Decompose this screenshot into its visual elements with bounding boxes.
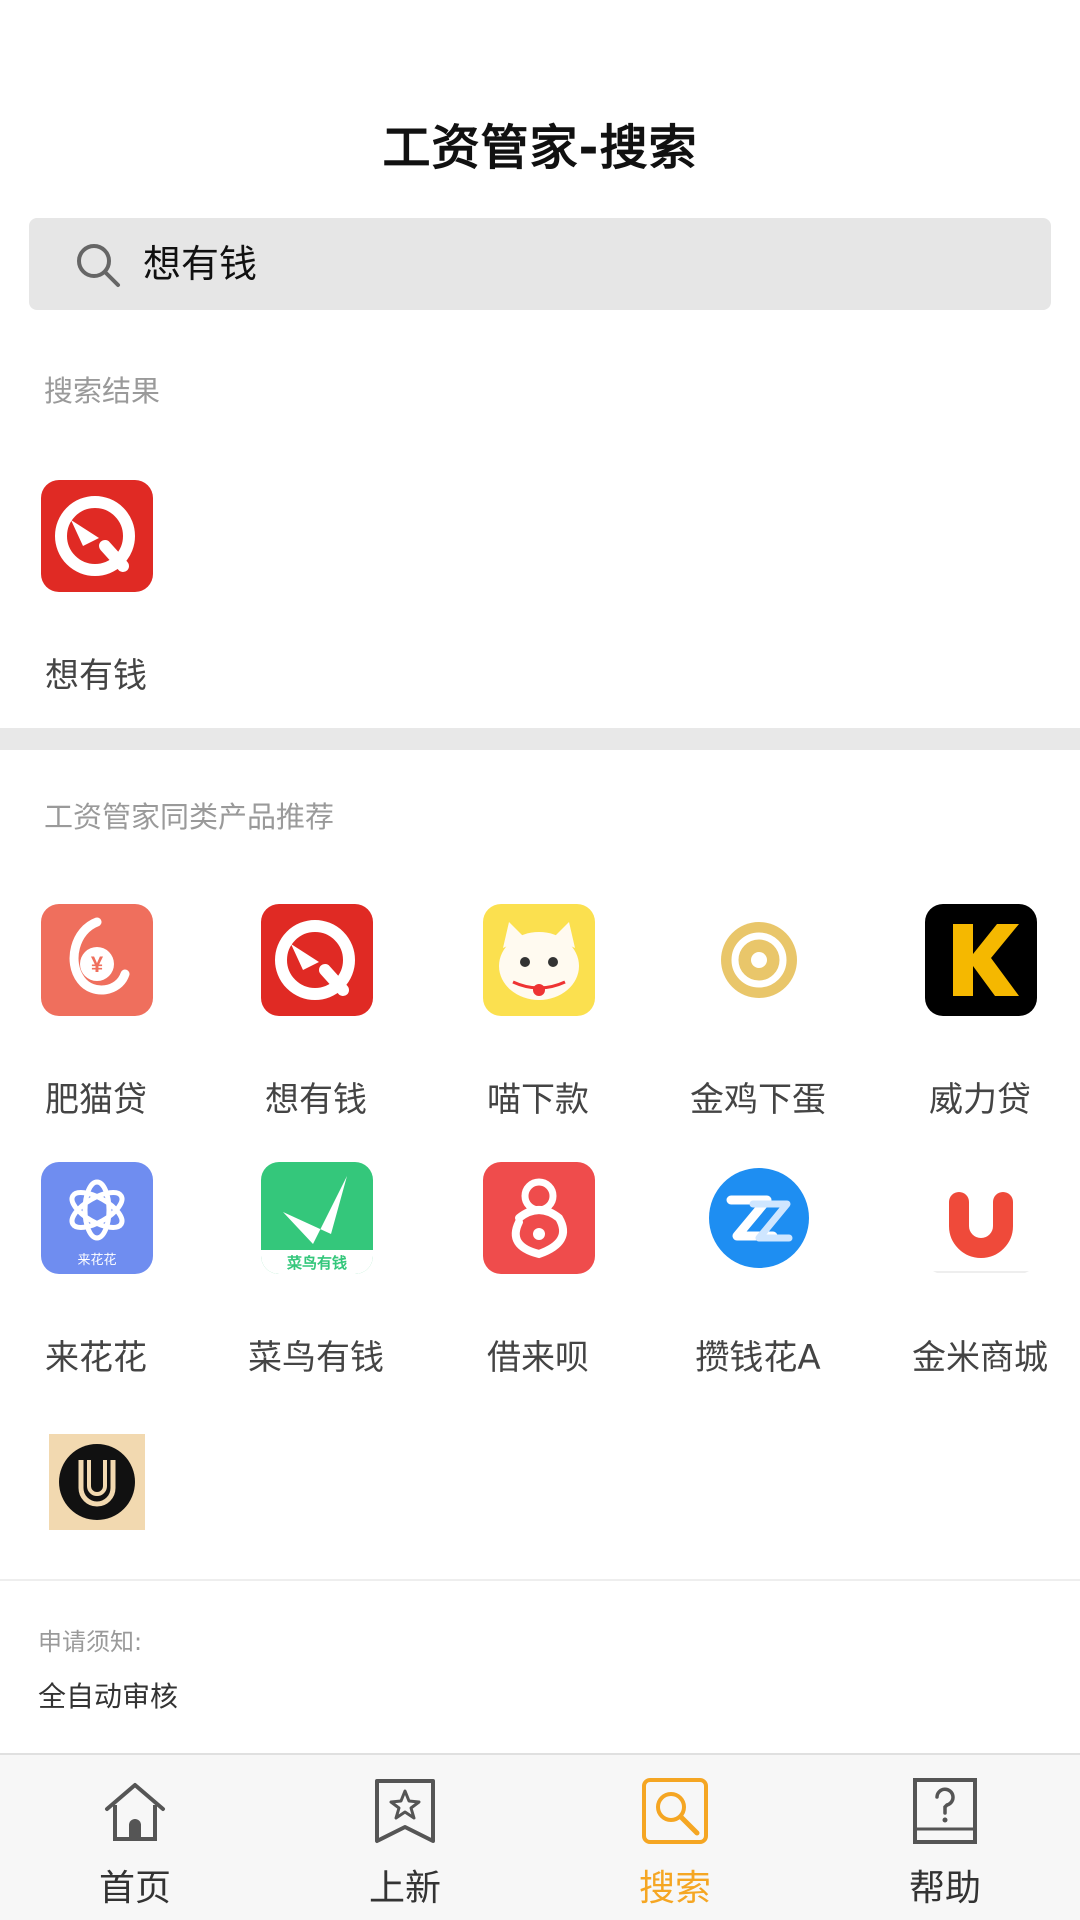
recommend-app-name: 想有钱	[265, 1080, 367, 1120]
tab-new[interactable]: 上新	[270, 1755, 540, 1920]
recommend-app-name: 菜鸟有钱	[248, 1338, 384, 1378]
search-results-label: 搜索结果	[44, 374, 161, 408]
laihuahua-logo-icon: 来花花	[41, 1162, 153, 1274]
result-app-name: 想有钱	[45, 656, 147, 696]
jinmishangcheng-logo-icon	[925, 1162, 1037, 1274]
notice-text: 全自动审核	[38, 1680, 179, 1713]
recommend-app-tile[interactable]: 金米商城	[870, 1162, 1080, 1392]
recommend-app-tile[interactable]: 菜鸟有钱 菜鸟有钱	[206, 1162, 426, 1392]
page-title: 工资管家-搜索	[382, 120, 698, 176]
tab-search-label: 搜索	[638, 1868, 711, 1909]
recommend-app-name: 威力贷	[929, 1080, 1031, 1120]
weilidai-logo-icon	[925, 904, 1037, 1016]
tab-new-label: 上新	[368, 1868, 441, 1909]
miaoxiakuan-logo-icon	[483, 904, 595, 1016]
search-icon	[77, 244, 120, 287]
u-logo-icon	[41, 1426, 153, 1538]
new-star-icon	[375, 1779, 435, 1843]
feimaodai-logo-icon: ¥	[41, 904, 153, 1016]
recommend-app-tile[interactable]: 金鸡下蛋	[648, 904, 868, 1134]
recommend-app-tile[interactable]: 威力贷	[870, 904, 1080, 1134]
result-app-tile[interactable]: 想有钱	[0, 480, 206, 710]
notice-title: 申请须知:	[38, 1628, 143, 1656]
tab-search[interactable]: 搜索	[540, 1755, 810, 1920]
search-input[interactable]	[143, 236, 1003, 292]
tab-home-label: 首页	[98, 1868, 171, 1909]
laihuahua-logo-text: 来花花	[77, 1252, 116, 1268]
jinjixiadan-logo-icon	[703, 904, 815, 1016]
recommend-label: 工资管家同类产品推荐	[44, 800, 335, 834]
search-icon	[642, 1778, 708, 1844]
recommend-app-name: 来花花	[45, 1338, 147, 1378]
recommend-app-tile[interactable]: 来花花 来花花	[0, 1162, 206, 1392]
recommend-app-name: 肥猫贷	[45, 1080, 147, 1120]
section-divider	[0, 728, 1080, 750]
recommend-app-name: 金鸡下蛋	[690, 1080, 826, 1120]
jielaibei-logo-icon	[483, 1162, 595, 1274]
xiangyouqian-logo-icon	[41, 480, 153, 592]
bottom-tab-bar: 首页 上新 搜索 帮助	[0, 1753, 1080, 1920]
xiangyouqian-logo-icon	[261, 904, 373, 1016]
recommend-app-name: 攒钱花A	[695, 1338, 821, 1378]
cainiaoyouqian-logo-icon: 菜鸟有钱	[261, 1162, 373, 1274]
recommend-app-tile[interactable]: 攒钱花A	[648, 1162, 868, 1392]
recommend-app-tile[interactable]: ¥ 肥猫贷	[0, 904, 206, 1134]
recommend-app-tile[interactable]: 想有钱	[206, 904, 426, 1134]
page: 工资管家-搜索 搜索结果 想有钱 工资管家同类产品推荐	[0, 0, 1080, 1920]
search-bar[interactable]	[29, 218, 1051, 310]
tab-help[interactable]: 帮助	[810, 1755, 1080, 1920]
svg-text:¥: ¥	[91, 952, 104, 977]
tab-home[interactable]: 首页	[0, 1755, 270, 1920]
cainiao-logo-text: 菜鸟有钱	[286, 1254, 347, 1272]
notice-divider	[0, 1579, 1080, 1581]
home-icon	[105, 1783, 165, 1841]
recommend-app-name: 金米商城	[912, 1338, 1048, 1378]
recommend-app-tile[interactable]: 借来呗	[428, 1162, 648, 1392]
zanqianhua-logo-icon	[703, 1162, 815, 1274]
recommend-app-tile[interactable]: 喵下款	[428, 904, 648, 1134]
help-icon	[913, 1778, 977, 1844]
recommend-app-name: 喵下款	[487, 1080, 589, 1120]
tab-help-label: 帮助	[908, 1868, 981, 1909]
recommend-app-name: 借来呗	[487, 1338, 589, 1378]
